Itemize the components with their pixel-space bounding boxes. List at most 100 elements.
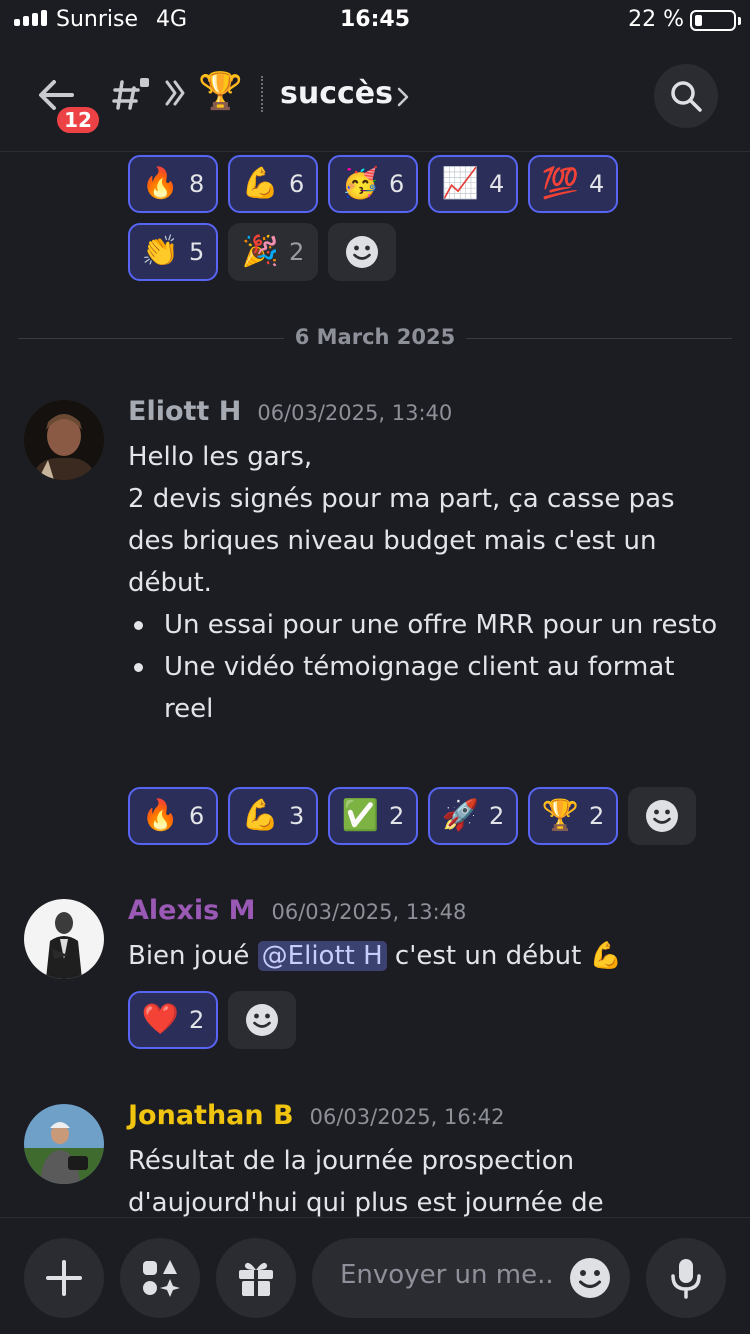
apps-button[interactable] [120, 1238, 200, 1318]
date-label: 6 March 2025 [294, 325, 456, 349]
add-reaction-button[interactable] [328, 223, 396, 281]
message-timestamp: 06/03/2025, 16:42 [309, 1105, 505, 1129]
reaction-emoji: 💪 [241, 798, 280, 833]
reaction-count: 2 [589, 802, 605, 830]
reaction-party-face[interactable]: 🥳 6 [328, 155, 418, 213]
avatar-image [24, 1104, 104, 1184]
reaction-rocket[interactable]: 🚀 2 [428, 787, 518, 845]
reaction-fire[interactable]: 🔥 6 [128, 787, 218, 845]
message-author[interactable]: Eliott H [128, 396, 241, 427]
message-author[interactable]: Alexis M [128, 895, 255, 926]
avatar[interactable] [24, 400, 104, 480]
channel-header: 12 🏆 succès [0, 40, 750, 152]
reactions-row: 🔥 8 💪 6 🥳 6 📈 4 💯 4 [128, 155, 618, 213]
message-text: Bien joué [128, 941, 258, 971]
microphone-icon [671, 1259, 701, 1299]
plus-icon [46, 1260, 82, 1296]
reaction-clap[interactable]: 👏 5 [128, 223, 218, 281]
reaction-tada[interactable]: 🎉 2 [228, 223, 318, 281]
add-attachment-button[interactable] [24, 1238, 104, 1318]
reaction-hundred[interactable]: 💯 4 [528, 155, 618, 213]
reaction-count: 2 [489, 802, 505, 830]
add-reaction-button[interactable] [628, 787, 696, 845]
apps-icon [143, 1260, 180, 1297]
reaction-chart-up[interactable]: 📈 4 [428, 155, 518, 213]
reaction-emoji: 💯 [541, 166, 580, 201]
reaction-emoji: 🔥 [141, 166, 180, 201]
gift-icon [239, 1262, 273, 1296]
chevron-double-right-icon [165, 80, 185, 106]
message-content: Bien joué @Eliott H c'est un début 💪 [128, 935, 718, 977]
message-timestamp: 06/03/2025, 13:48 [271, 900, 467, 924]
message-text: Résultat de la journée prospection d'auj… [128, 1146, 604, 1217]
date-separator: 6 March 2025 [18, 321, 732, 357]
reaction-count: 4 [489, 170, 505, 198]
reaction-emoji: 🏆 [541, 798, 580, 833]
status-bar: Sunrise 4G 16:45 22 % [0, 0, 750, 40]
reaction-fire[interactable]: 🔥 8 [128, 155, 218, 213]
reaction-emoji: 🎉 [241, 234, 280, 269]
user-mention[interactable]: @Eliott H [257, 941, 387, 971]
reaction-count: 2 [289, 238, 305, 266]
reactions-row: 🔥 6 💪 3 ✅ 2 🚀 2 🏆 2 [128, 787, 696, 845]
reaction-count: 8 [189, 170, 205, 198]
reaction-count: 6 [189, 802, 205, 830]
add-reaction-button[interactable] [228, 991, 296, 1049]
bullet-item: Un essai pour une offre MRR pour un rest… [128, 604, 718, 646]
reaction-count: 6 [389, 170, 405, 198]
header-divider [261, 76, 263, 112]
reaction-muscle[interactable]: 💪 3 [228, 787, 318, 845]
reaction-count: 5 [189, 238, 205, 266]
emoji-picker-icon[interactable] [568, 1256, 612, 1300]
search-button[interactable] [654, 64, 718, 128]
trophy-icon: 🏆 [198, 71, 243, 112]
thread-channel-icon [112, 78, 149, 110]
reaction-count: 6 [289, 170, 305, 198]
reaction-count: 3 [289, 802, 305, 830]
reaction-emoji: 👏 [141, 234, 180, 269]
message-line: 2 devis signés pour ma part, ça casse pa… [128, 484, 675, 598]
message-content: Hello les gars, 2 devis signés pour ma p… [128, 436, 718, 730]
reactions-row: ❤️ 2 [128, 991, 296, 1049]
reaction-check[interactable]: ✅ 2 [328, 787, 418, 845]
reaction-heart[interactable]: ❤️ 2 [128, 991, 218, 1049]
reaction-emoji: 🚀 [441, 798, 480, 833]
reaction-trophy[interactable]: 🏆 2 [528, 787, 618, 845]
avatar[interactable] [24, 899, 104, 979]
message-author[interactable]: Jonathan B [128, 1100, 294, 1131]
gift-button[interactable] [216, 1238, 296, 1318]
reaction-emoji: 💪 [241, 166, 280, 201]
message-line: Hello les gars, [128, 442, 313, 472]
reaction-count: 2 [389, 802, 405, 830]
message-list[interactable]: 🔥8 💪6 🥳6 📈4 💯4 👏5 🎉2 6 March 2025 [0, 153, 750, 1217]
smiley-icon [246, 1004, 278, 1036]
message-input-placeholder: Envoyer un me.. [340, 1260, 554, 1290]
message-text: c'est un début 💪 [386, 941, 622, 971]
composer-bar: Envoyer un me.. [0, 1217, 750, 1334]
search-icon [671, 81, 702, 112]
message-input[interactable]: Envoyer un me.. [312, 1238, 630, 1318]
voice-message-button[interactable] [646, 1238, 726, 1318]
avatar[interactable] [24, 1104, 104, 1184]
reaction-emoji: 📈 [441, 166, 480, 201]
reactions-row: 👏 5 🎉 2 [128, 223, 396, 281]
chevron-right-icon[interactable] [396, 86, 410, 108]
smiley-icon [646, 800, 678, 832]
message-timestamp: 06/03/2025, 13:40 [257, 401, 453, 425]
reaction-emoji: 🥳 [341, 166, 380, 201]
battery-icon [690, 10, 741, 31]
channel-title[interactable]: succès [280, 76, 393, 111]
reaction-emoji: ✅ [341, 798, 380, 833]
reaction-muscle[interactable]: 💪 6 [228, 155, 318, 213]
avatar-image [24, 899, 104, 979]
battery-percent: 22 % [628, 7, 684, 32]
reaction-count: 4 [589, 170, 605, 198]
avatar-image [24, 400, 104, 480]
reaction-emoji: ❤️ [141, 1002, 180, 1037]
smiley-icon [346, 236, 378, 268]
bullet-item: Une vidéo témoignage client au format re… [128, 646, 718, 730]
reaction-count: 2 [189, 1006, 205, 1034]
unread-badge: 12 [54, 104, 102, 136]
reaction-emoji: 🔥 [141, 798, 180, 833]
message-content: Résultat de la journée prospection d'auj… [128, 1140, 718, 1217]
